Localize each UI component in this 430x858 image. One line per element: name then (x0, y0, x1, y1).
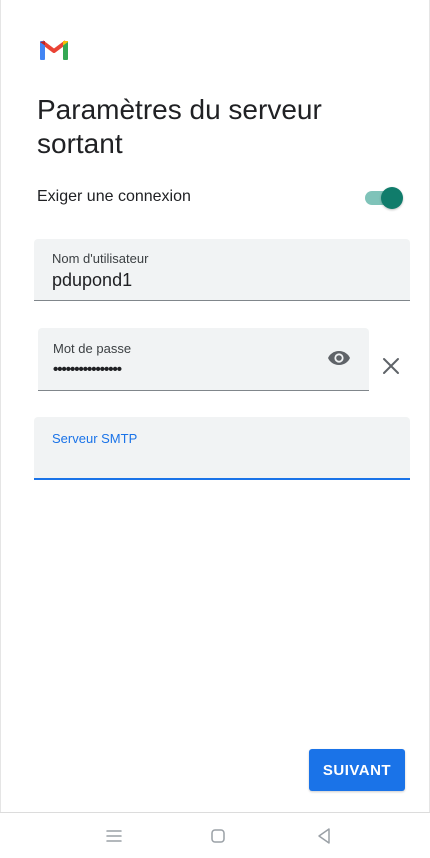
back-icon[interactable] (312, 824, 336, 848)
username-field[interactable]: Nom d'utilisateur pdupond1 (34, 239, 410, 301)
eye-icon[interactable] (327, 349, 351, 367)
outgoing-server-settings-screen: Paramètres du serveur sortant Exiger une… (0, 0, 430, 858)
password-label: Mot de passe (53, 341, 132, 356)
page-title: Paramètres du serveur sortant (37, 94, 322, 159)
smtp-server-label: Serveur SMTP (52, 431, 138, 446)
toggle-thumb (381, 187, 403, 209)
system-navigation-bar (0, 812, 430, 858)
require-login-toggle[interactable] (363, 186, 403, 210)
require-login-label: Exiger une connexion (37, 188, 191, 205)
smtp-server-field[interactable]: Serveur SMTP (34, 417, 410, 480)
home-icon[interactable] (206, 824, 230, 848)
password-value[interactable]: •••••••••••••••• (53, 361, 122, 378)
gmail-logo-icon (40, 40, 68, 60)
require-login-row: Exiger une connexion (37, 180, 403, 216)
next-button[interactable]: SUIVANT (309, 749, 405, 791)
menu-icon[interactable] (102, 824, 126, 848)
close-icon[interactable] (380, 355, 402, 377)
password-field[interactable]: Mot de passe •••••••••••••••• (38, 328, 369, 391)
username-label: Nom d'utilisateur (52, 251, 149, 266)
username-value[interactable]: pdupond1 (52, 270, 132, 291)
